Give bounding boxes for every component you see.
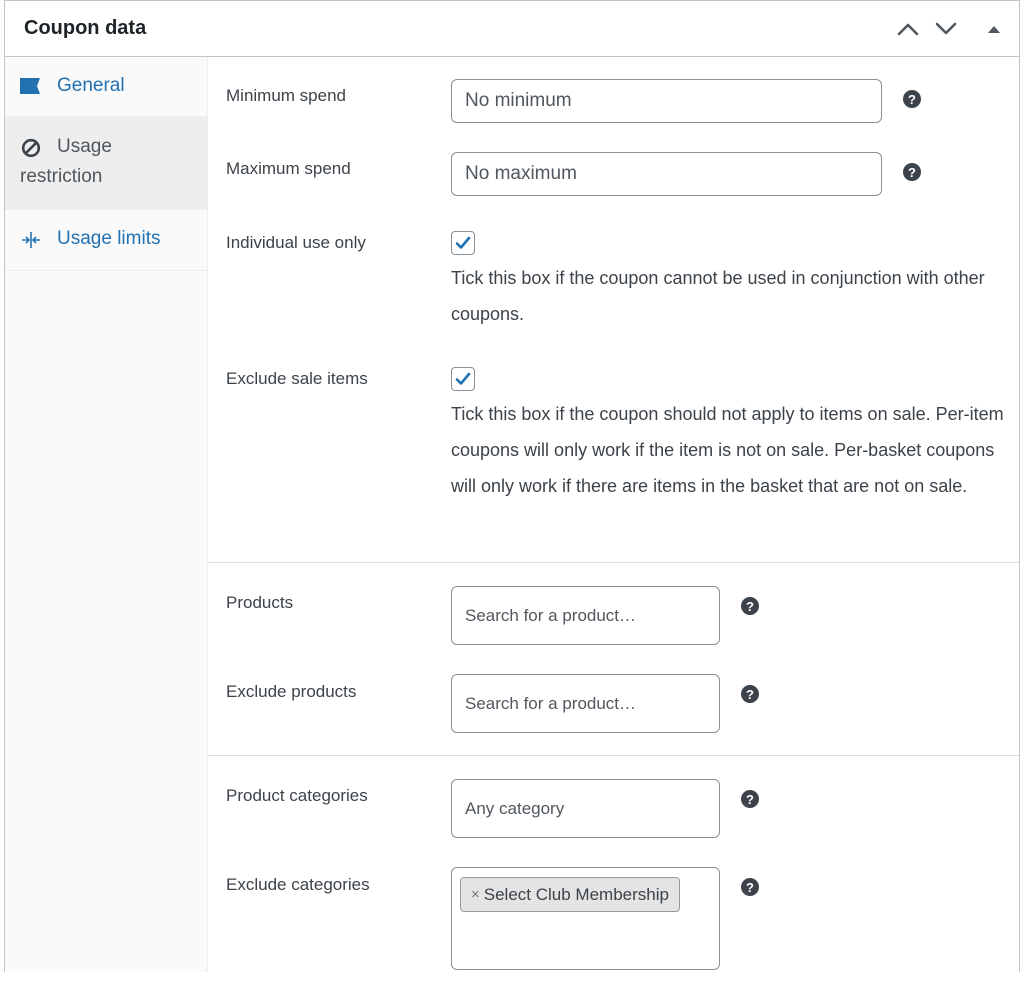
maximum-spend-label: Maximum spend	[226, 159, 351, 178]
exclude-products-help-icon[interactable]: ?	[741, 685, 759, 703]
tab-usage-limits-label: Usage limits	[57, 228, 161, 249]
tab-usage-limits[interactable]: Usage limits	[5, 210, 207, 271]
section-divider	[208, 755, 1019, 756]
tab-usage-restriction-label: Usage restriction	[20, 136, 112, 187]
triangle-up-icon	[988, 26, 1000, 33]
exclude-sale-description: Tick this box if the coupon should not a…	[451, 404, 1004, 496]
product-categories-select[interactable]: Any category	[451, 779, 720, 838]
individual-use-checkbox[interactable]	[451, 231, 475, 255]
exclude-products-search-input[interactable]: Search for a product…	[451, 674, 720, 733]
move-down-button[interactable]	[932, 15, 960, 43]
section-divider	[208, 562, 1019, 563]
panel-title: Coupon data	[24, 17, 147, 39]
exclude-categories-select[interactable]: × Select Club Membership	[451, 867, 720, 970]
individual-use-label: Individual use only	[226, 233, 366, 252]
remove-chip-icon[interactable]: ×	[471, 886, 480, 903]
maximum-spend-input[interactable]: No maximum	[451, 152, 882, 196]
minimum-spend-input[interactable]: No minimum	[451, 79, 882, 123]
checkmark-icon	[455, 236, 471, 249]
usage-restriction-content: Minimum spend No minimum ? Maximum spend…	[208, 57, 1019, 972]
minimum-spend-label: Minimum spend	[226, 86, 346, 105]
chevron-down-icon	[935, 22, 957, 35]
exclude-sale-label: Exclude sale items	[226, 369, 368, 388]
individual-use-description: Tick this box if the coupon cannot be us…	[451, 268, 985, 324]
products-search-input[interactable]: Search for a product…	[451, 586, 720, 645]
minimum-spend-help-icon[interactable]: ?	[903, 90, 921, 108]
selected-category-label: Select Club Membership	[483, 884, 669, 904]
collapse-toggle-button[interactable]	[980, 15, 1008, 43]
coupon-data-panel: Coupon data General Usage restriction Us…	[4, 0, 1020, 972]
move-up-button[interactable]	[894, 15, 922, 43]
exclude-products-label: Exclude products	[226, 682, 357, 701]
ticket-icon	[20, 77, 42, 100]
coupon-tabs-sidebar: General Usage restriction Usage limits	[5, 57, 208, 972]
exclude-sale-checkbox[interactable]	[451, 367, 475, 391]
products-label: Products	[226, 593, 294, 612]
tab-general-label: General	[57, 75, 125, 96]
maximum-spend-help-icon[interactable]: ?	[903, 163, 921, 181]
product-categories-label: Product categories	[226, 786, 368, 805]
products-help-icon[interactable]: ?	[741, 597, 759, 615]
product-categories-help-icon[interactable]: ?	[741, 790, 759, 808]
tab-general[interactable]: General	[5, 57, 207, 117]
exclude-categories-help-icon[interactable]: ?	[741, 878, 759, 896]
selected-category-chip: × Select Club Membership	[460, 877, 680, 912]
limits-arrows-icon	[21, 231, 41, 254]
checkmark-icon	[455, 372, 471, 385]
exclude-categories-label: Exclude categories	[226, 875, 370, 894]
chevron-up-icon	[897, 23, 919, 36]
panel-header: Coupon data	[5, 1, 1019, 57]
tab-usage-restriction[interactable]: Usage restriction	[5, 117, 207, 210]
